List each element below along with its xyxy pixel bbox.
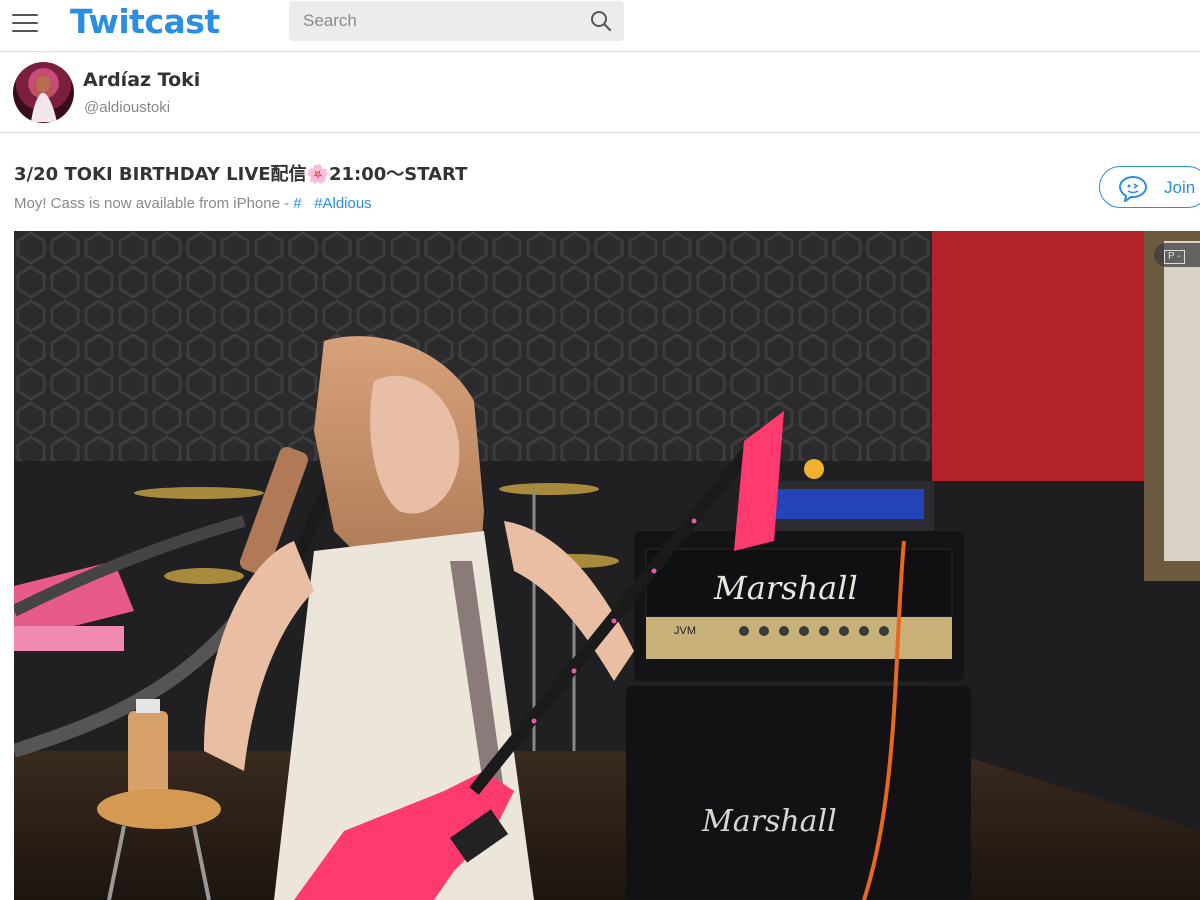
- broadcaster-handle[interactable]: @aldioustoki: [84, 99, 170, 116]
- live-video-player[interactable]: Marshall JVM Marshall P -: [14, 231, 1200, 900]
- broadcaster-profile: Ardíaz Toki @aldioustoki: [0, 53, 1200, 133]
- amp-model-label: JVM: [674, 625, 696, 637]
- join-label: Join: [1164, 178, 1196, 197]
- amp-logo-bottom: Marshall: [701, 804, 837, 839]
- twitcast-logo[interactable]: Twitcast: [70, 0, 220, 44]
- hashtag-aldious-link[interactable]: #Aldious: [314, 195, 372, 212]
- badge-text: P -: [1164, 250, 1185, 264]
- broadcaster-name[interactable]: Ardíaz Toki: [83, 69, 200, 91]
- avatar[interactable]: [13, 62, 74, 123]
- chat-bubble-icon: [1118, 175, 1148, 202]
- subtitle-text: Moy! Cass is now available from iPhone -: [14, 195, 294, 212]
- video-frame-image: Marshall JVM Marshall: [14, 231, 1200, 900]
- hamburger-menu-icon[interactable]: [12, 12, 38, 34]
- video-badge[interactable]: P -: [1154, 243, 1200, 267]
- top-header: Twitcast: [0, 0, 1200, 52]
- amp-logo-top: Marshall: [713, 569, 858, 607]
- join-button[interactable]: Join: [1099, 166, 1200, 208]
- search-input[interactable]: [289, 1, 579, 41]
- subtitle-hash-link[interactable]: #: [293, 195, 301, 212]
- live-subtitle: Moy! Cass is now available from iPhone -…: [14, 195, 372, 212]
- live-title: 3/20 TOKI BIRTHDAY LIVE配信🌸21:00〜START: [14, 164, 468, 185]
- search-icon[interactable]: [590, 10, 612, 32]
- search-box: [289, 1, 624, 41]
